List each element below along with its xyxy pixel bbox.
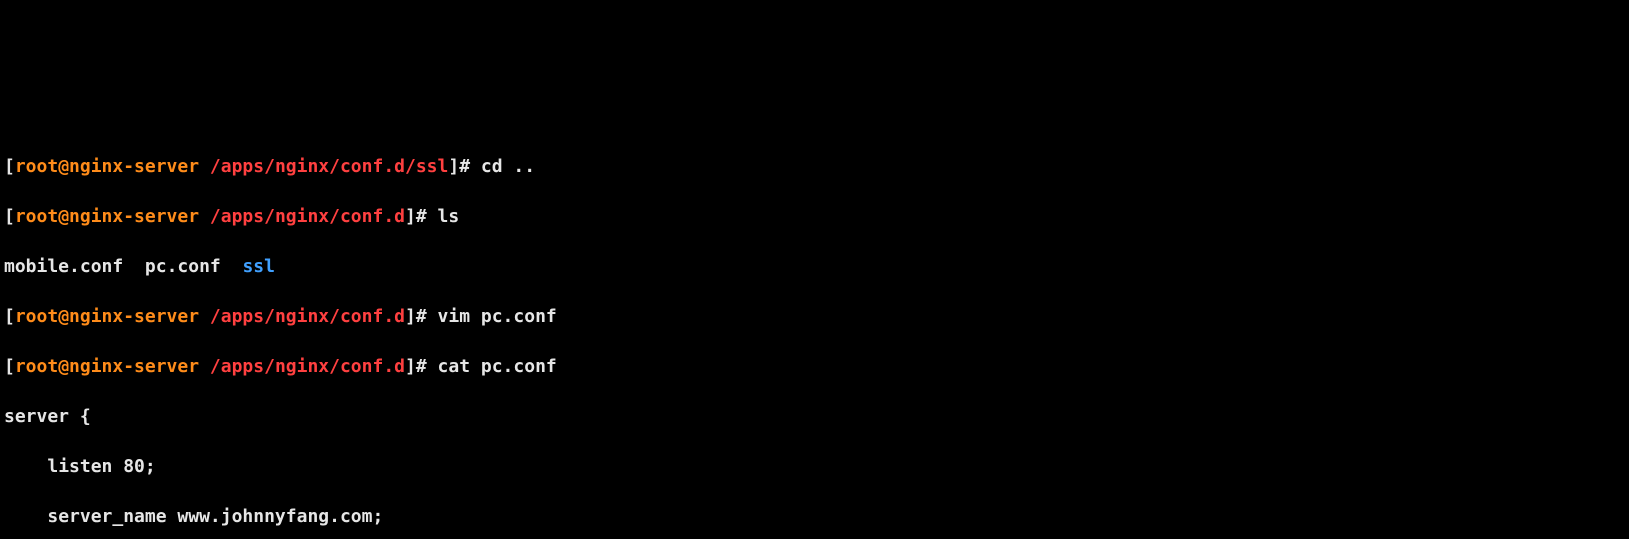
terminal-output[interactable]: [root@nginx-server /apps/nginx/conf.d/ss… bbox=[0, 125, 1629, 539]
command: vim pc.conf bbox=[438, 306, 557, 327]
command: cd .. bbox=[481, 156, 535, 177]
hash: # bbox=[459, 156, 481, 177]
ls-output-line: mobile.conf pc.conf ssl bbox=[4, 254, 1629, 279]
bracket: ] bbox=[448, 156, 459, 177]
file-pc-conf: pc.conf bbox=[145, 256, 243, 277]
dir-ssl: ssl bbox=[242, 256, 275, 277]
bracket: [ bbox=[4, 156, 15, 177]
conf-server-name: server_name www.johnnyfang.com; bbox=[4, 504, 1629, 529]
file-mobile-conf: mobile.conf bbox=[4, 256, 145, 277]
conf-server-open: server { bbox=[4, 404, 1629, 429]
prompt-line-cat: [root@nginx-server /apps/nginx/conf.d]# … bbox=[4, 354, 1629, 379]
cwd-path: /apps/nginx/conf.d/ssl bbox=[210, 156, 448, 177]
command: ls bbox=[438, 206, 460, 227]
conf-listen-80: listen 80; bbox=[4, 454, 1629, 479]
user-host: root@nginx-server bbox=[15, 156, 210, 177]
command: cat pc.conf bbox=[438, 356, 557, 377]
prompt-line-vim: [root@nginx-server /apps/nginx/conf.d]# … bbox=[4, 304, 1629, 329]
prompt-line-cd: [root@nginx-server /apps/nginx/conf.d/ss… bbox=[4, 154, 1629, 179]
prompt-line-ls: [root@nginx-server /apps/nginx/conf.d]# … bbox=[4, 204, 1629, 229]
